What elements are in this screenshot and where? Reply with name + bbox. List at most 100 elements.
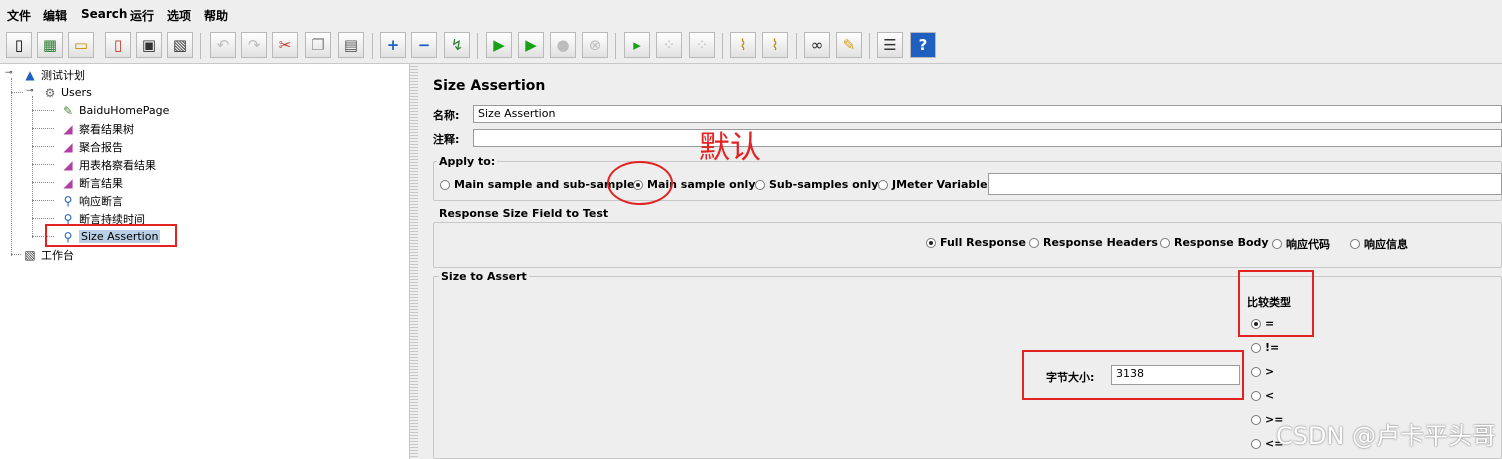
radio-full-response[interactable]: Full Response: [926, 236, 1026, 249]
response-field-title: Response Size Field to Test: [437, 207, 611, 220]
new-icon[interactable]: ▯: [6, 32, 32, 58]
radio-response-headers[interactable]: Response Headers: [1029, 236, 1158, 249]
remote-start-icon[interactable]: ▸: [624, 32, 650, 58]
radio-response-body[interactable]: Response Body: [1160, 236, 1269, 249]
collapse-icon[interactable]: −: [411, 32, 437, 58]
open-icon[interactable]: ▭: [68, 32, 94, 58]
tree-item-response-assertion[interactable]: ⚲ 响应断言: [60, 192, 123, 209]
radio-button: [1251, 414, 1261, 425]
shutdown-icon[interactable]: ⊗: [582, 32, 608, 58]
radio-button: [1251, 342, 1261, 353]
tree-item-test-plan[interactable]: ▲ 测试计划: [22, 66, 85, 83]
save-icon[interactable]: ▣: [136, 32, 162, 58]
radio-label: 响应代码: [1286, 238, 1330, 251]
menu-bar: 文件 编辑 Search 运行 选项 帮助: [0, 0, 1502, 28]
expand-icon[interactable]: +: [380, 32, 406, 58]
radio-label: !=: [1265, 341, 1280, 354]
remote-stop-icon[interactable]: ⁘: [656, 32, 682, 58]
menu-edit[interactable]: 编辑: [43, 7, 67, 24]
save-as-icon[interactable]: ▧: [167, 32, 193, 58]
radio-response-code[interactable]: 响应代码: [1272, 236, 1330, 252]
radio-button: [1029, 237, 1039, 248]
clear-all-icon[interactable]: ⌇: [762, 32, 788, 58]
radio-label: JMeter Variable: [892, 178, 988, 191]
tree-toggle-plan[interactable]: ⊸: [5, 68, 13, 78]
paste-icon[interactable]: ▤: [338, 32, 364, 58]
tree-item-aggregate-report[interactable]: ◢ 聚合报告: [60, 138, 123, 155]
radio-label: Response Headers: [1043, 236, 1158, 249]
radio-button-selected: [926, 237, 936, 248]
radio-button: [1251, 366, 1261, 377]
size-assertion-panel: Size Assertion 名称: Size Assertion 注释: Ap…: [418, 64, 1502, 459]
tree-item-label: Users: [61, 86, 92, 99]
watermark: CSDN @卢卡平头哥: [1275, 422, 1496, 450]
cut-icon[interactable]: ✂: [272, 32, 298, 58]
radio-button: [1160, 237, 1170, 248]
templates-icon[interactable]: ▦: [37, 32, 63, 58]
page-title: Size Assertion: [433, 78, 546, 94]
start-no-pause-icon[interactable]: ▶: [518, 32, 544, 58]
open-recent-icon[interactable]: ▯: [105, 32, 131, 58]
radio-button: [1350, 239, 1360, 249]
radio-button: [755, 179, 765, 190]
test-plan-tree: ⊸ ⊸ ▲ 测试计划 ⚙ Users ✎ BaiduHomePage ◢ 察看结…: [0, 64, 410, 459]
radio-operator-not-equal[interactable]: !=: [1251, 341, 1279, 354]
tree-item-label: 工作台: [41, 248, 74, 262]
tree-toggle-users[interactable]: ⊸: [26, 86, 34, 96]
tree-item-label: 察看结果树: [79, 122, 134, 136]
test-plan-icon: ▲: [25, 67, 35, 82]
radio-sub-samples-only[interactable]: Sub-samples only: [755, 178, 878, 191]
tree-item-workbench[interactable]: ▧ 工作台: [22, 246, 74, 263]
toolbar: ▯ ▦ ▭ ▯ ▣ ▧ ↶ ↷ ✂ ❐ ▤ + − ↯ ▶ ▶ ● ⊗ ▸ ⁘ …: [0, 28, 1502, 64]
remote-shutdown-icon[interactable]: ⁘: [689, 32, 715, 58]
name-label: 名称:: [433, 109, 460, 122]
stop-icon[interactable]: ●: [550, 32, 576, 58]
menu-options[interactable]: 选项: [167, 7, 191, 24]
help-icon[interactable]: ?: [910, 32, 936, 58]
apply-to-title: Apply to:: [437, 155, 498, 168]
radio-jmeter-variable[interactable]: JMeter Variable: [878, 178, 988, 191]
undo-icon[interactable]: ↶: [210, 32, 236, 58]
radio-button: [878, 179, 888, 190]
reset-search-icon[interactable]: ✎: [836, 32, 862, 58]
jmeter-variable-field[interactable]: [988, 173, 1502, 195]
copy-icon[interactable]: ❐: [305, 32, 331, 58]
menu-file[interactable]: 文件: [7, 7, 31, 24]
redo-icon[interactable]: ↷: [241, 32, 267, 58]
workbench-icon: ▧: [24, 247, 36, 262]
tree-item-label: 响应断言: [79, 194, 123, 208]
tree-item-assertion-results[interactable]: ◢ 断言结果: [60, 174, 123, 191]
menu-help[interactable]: 帮助: [204, 7, 228, 24]
thread-group-icon: ⚙: [44, 85, 56, 100]
radio-label: Full Response: [940, 236, 1026, 249]
radio-label: 响应信息: [1364, 238, 1408, 251]
radio-operator-less[interactable]: <: [1251, 389, 1274, 402]
comment-label: 注释:: [433, 133, 460, 146]
split-pane-divider[interactable]: [410, 64, 418, 459]
highlight-box-compare-type: [1238, 270, 1314, 337]
menu-search[interactable]: Search: [81, 7, 127, 21]
listener-icon: ◢: [63, 139, 73, 154]
radio-label: Sub-samples only: [769, 178, 879, 191]
toggle-icon[interactable]: ↯: [444, 32, 470, 58]
tree-item-view-results-tree[interactable]: ◢ 察看结果树: [60, 120, 134, 137]
start-icon[interactable]: ▶: [486, 32, 512, 58]
search-icon[interactable]: ∞: [804, 32, 830, 58]
radio-response-message[interactable]: 响应信息: [1350, 236, 1408, 252]
menu-run[interactable]: 运行: [130, 7, 154, 24]
comment-field[interactable]: [473, 129, 1502, 147]
listener-icon: ◢: [63, 121, 73, 136]
highlight-circle-main-sample-only: [607, 161, 673, 205]
tree-item-baidu-home-page[interactable]: ✎ BaiduHomePage: [60, 102, 169, 119]
listener-icon: ◢: [63, 157, 73, 172]
listener-icon: ◢: [63, 175, 73, 190]
tree-item-view-results-table[interactable]: ◢ 用表格察看结果: [60, 156, 156, 173]
name-field[interactable]: Size Assertion: [473, 105, 1502, 123]
radio-operator-greater[interactable]: >: [1251, 365, 1274, 378]
tree-item-users[interactable]: ⚙ Users: [42, 84, 92, 101]
function-helper-icon[interactable]: ☰: [877, 32, 903, 58]
radio-label: Response Body: [1174, 236, 1269, 249]
radio-button: [1272, 239, 1282, 249]
radio-button: [440, 179, 450, 190]
clear-icon[interactable]: ⌇: [730, 32, 756, 58]
